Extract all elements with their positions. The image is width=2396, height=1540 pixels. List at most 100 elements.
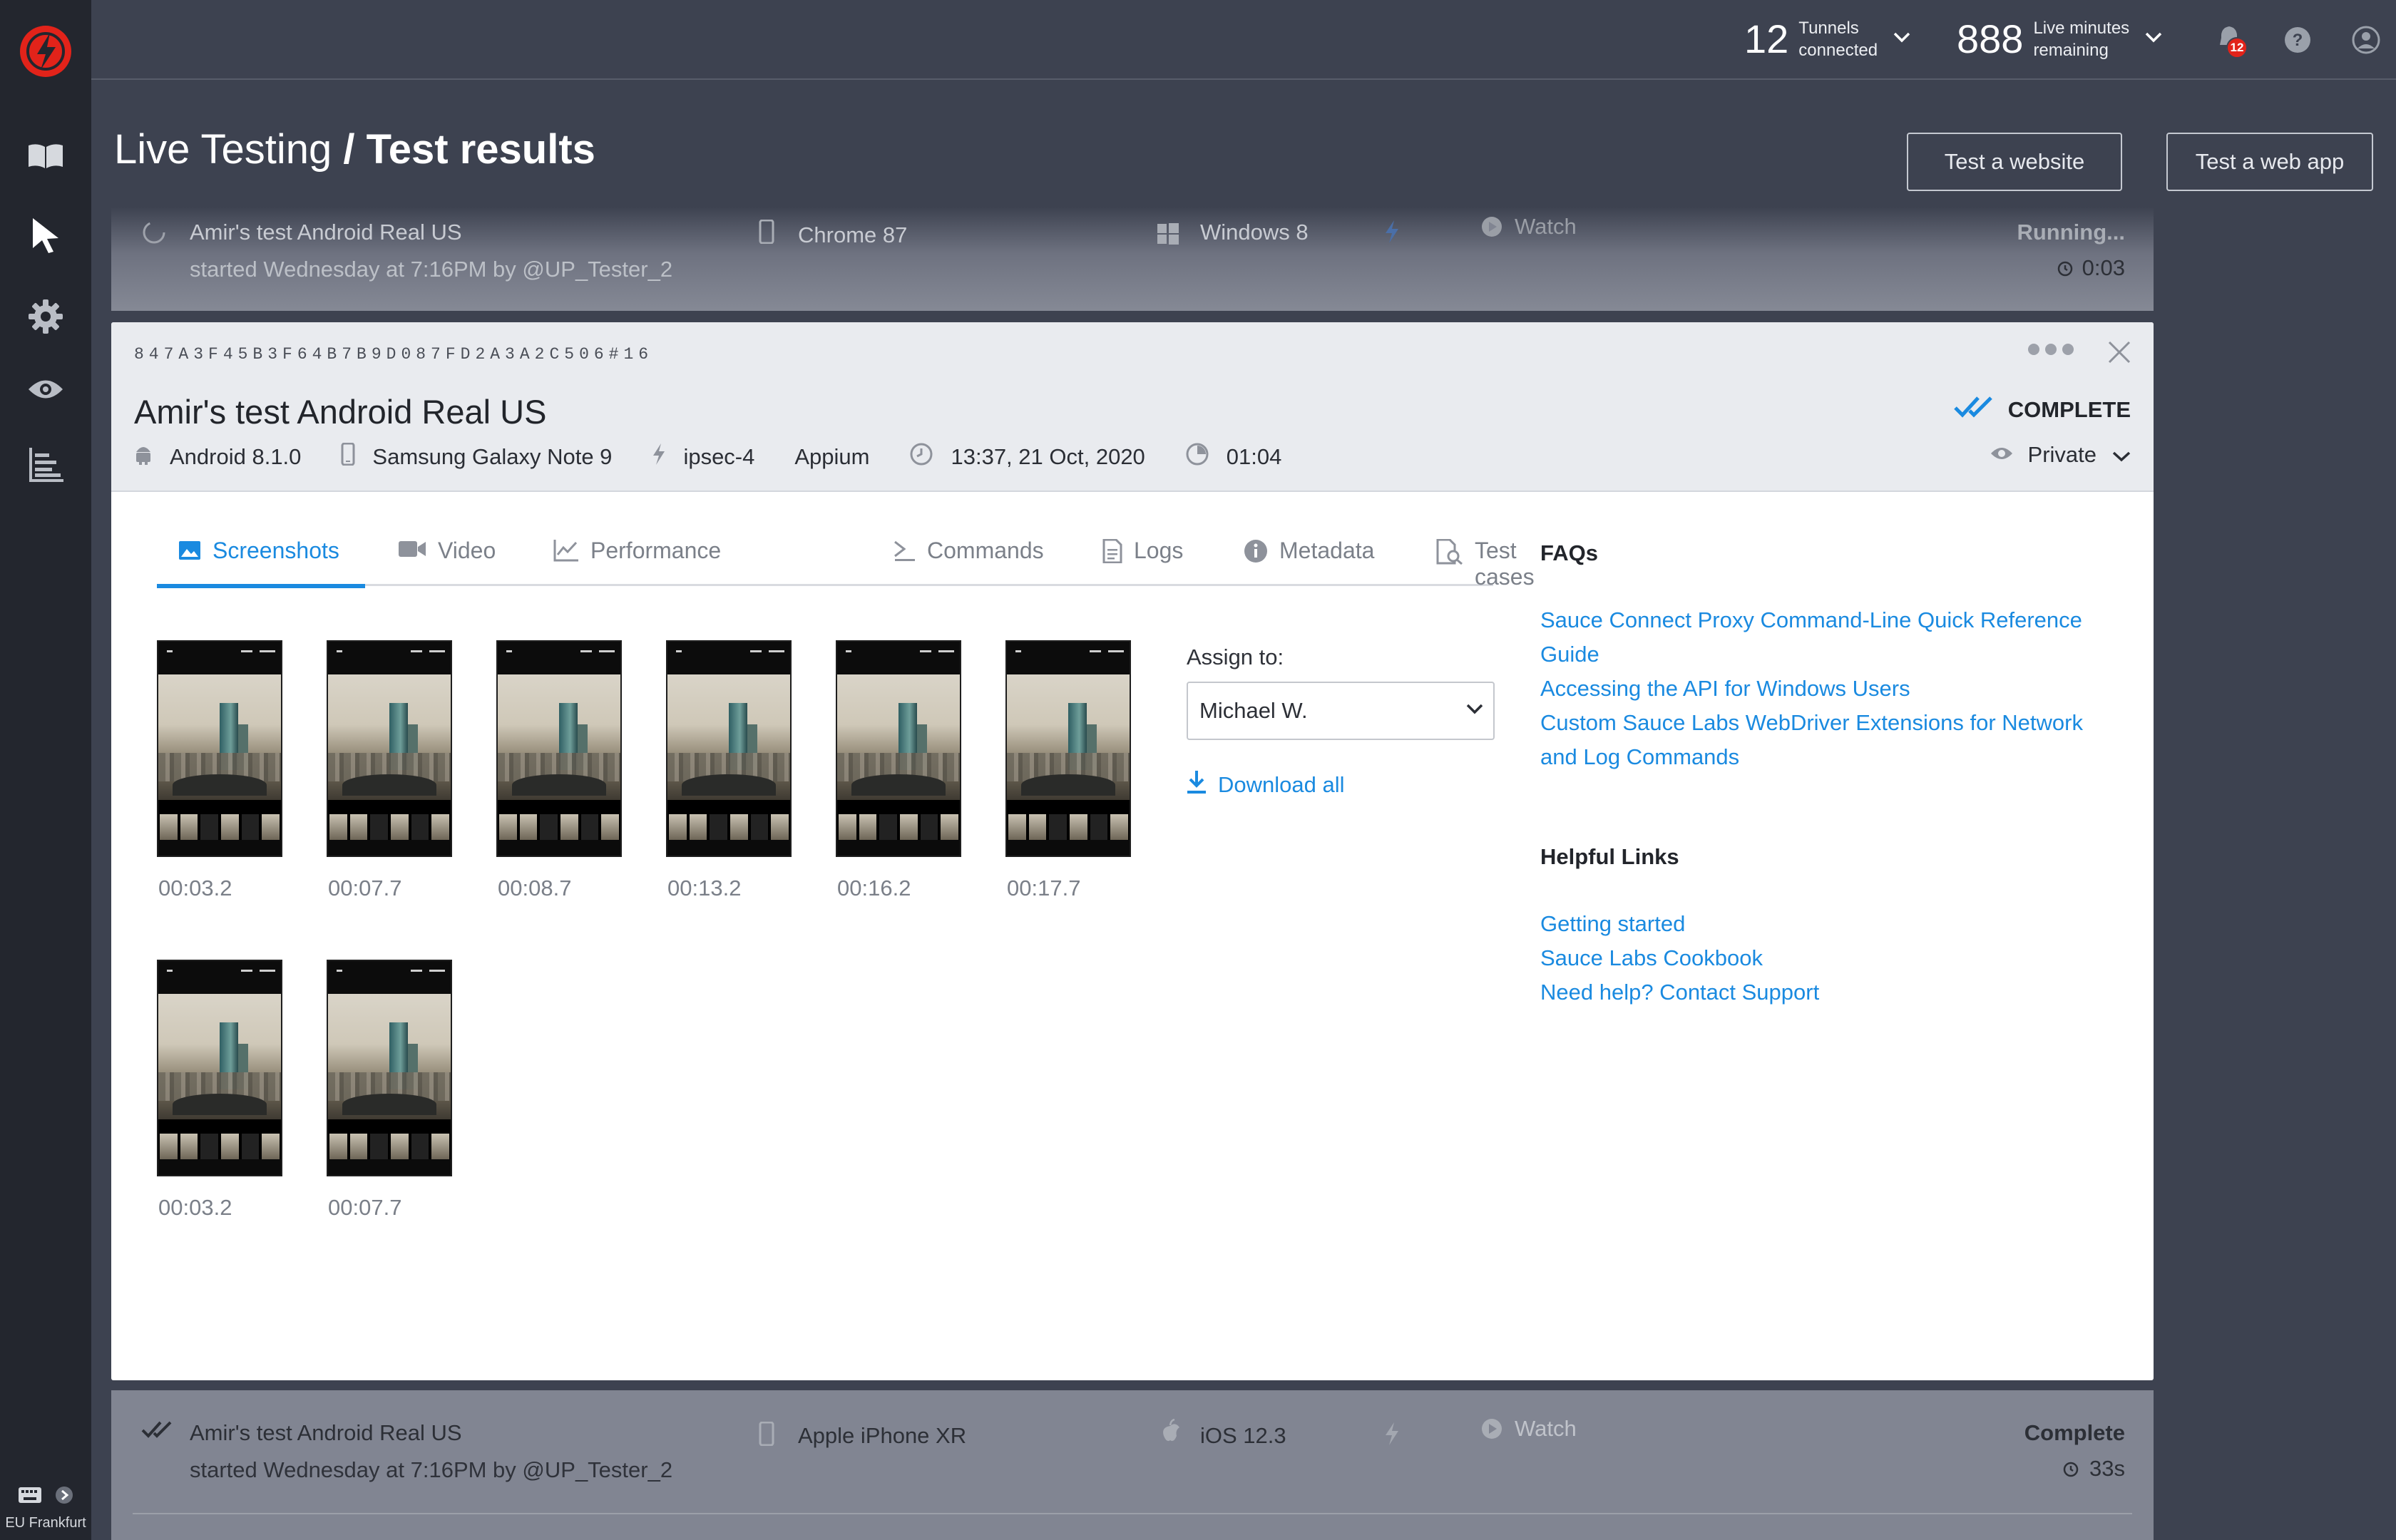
screenshot-thumbnail[interactable] — [327, 960, 452, 1176]
line-chart-icon — [553, 538, 590, 568]
screenshot-thumbnail[interactable] — [836, 640, 961, 857]
tunnels-stat[interactable]: 12 Tunnels connected — [1744, 16, 1910, 62]
chevron-down-icon — [1893, 31, 1910, 46]
screenshot-thumbnail[interactable] — [666, 640, 792, 857]
clock-icon — [909, 442, 951, 472]
screenshot-timestamp: 00:17.7 — [1007, 876, 1081, 900]
screenshot-thumbnail[interactable] — [1005, 640, 1131, 857]
tab-commands[interactable]: Commands — [893, 529, 1044, 586]
chevron-down-icon — [1466, 704, 1483, 714]
watch-button[interactable]: Watch — [1480, 1416, 1577, 1442]
double-check-icon — [1953, 395, 2008, 425]
screenshot-item[interactable]: 00:03.2 — [157, 960, 282, 1221]
phone-icon — [759, 1422, 774, 1446]
terminal-icon — [893, 538, 927, 568]
expand-chevron-icon[interactable] — [55, 1486, 73, 1508]
helpful-links: Getting started Sauce Labs Cookbook Need… — [1540, 907, 2111, 1010]
screenshot-item[interactable]: 00:07.7 — [327, 640, 452, 901]
test-web-app-button[interactable]: Test a web app — [2166, 133, 2373, 191]
faq-link[interactable]: Sauce Connect Proxy Command-Line Quick R… — [1540, 603, 2111, 672]
image-icon — [178, 538, 213, 568]
sidebar-footer: EU Frankfurt — [0, 1486, 91, 1531]
breadcrumb-current: Test results — [366, 126, 595, 173]
faq-link[interactable]: Custom Sauce Labs WebDriver Extensions f… — [1540, 706, 2111, 774]
test-duration: 0:03 — [2057, 255, 2125, 281]
cursor-icon[interactable] — [24, 214, 67, 257]
meta-framework: Appium — [794, 444, 870, 469]
job-title: Amir's test Android Real US — [134, 393, 547, 431]
analytics-icon[interactable] — [24, 443, 67, 486]
screenshot-thumbnail[interactable] — [496, 640, 622, 857]
document-icon — [1102, 538, 1134, 569]
screenshot-item[interactable]: 00:07.7 — [327, 960, 452, 1221]
spinner-icon — [141, 220, 167, 245]
chevron-down-icon — [2096, 442, 2131, 468]
live-minutes-stat[interactable]: 888 Live minutes remaining — [1957, 16, 2162, 62]
screenshot-item[interactable]: 00:03.2 — [157, 640, 282, 901]
eye-icon — [1990, 442, 2028, 468]
tab-performance[interactable]: Performance — [553, 529, 721, 586]
os-name: iOS 12.3 — [1200, 1423, 1286, 1448]
meta-datetime: 13:37, 21 Oct, 2020 — [909, 442, 1145, 472]
tab-screenshots[interactable]: Screenshots — [157, 529, 365, 588]
sauce-logo-icon[interactable] — [17, 23, 74, 80]
screenshot-timestamp: 00:03.2 — [158, 876, 232, 900]
tab-metadata[interactable]: Metadata — [1244, 529, 1374, 586]
close-icon[interactable] — [2106, 339, 2132, 369]
sidebar: EU Frankfurt — [0, 0, 91, 1540]
notifications-button[interactable]: 12 — [2211, 21, 2248, 58]
tab-video[interactable]: Video — [398, 529, 496, 586]
screenshot-item[interactable]: 00:17.7 — [1005, 640, 1131, 901]
tunnel-bolt-icon — [1383, 1422, 1401, 1446]
screenshot-timestamp: 00:03.2 — [158, 1195, 232, 1220]
download-all-link[interactable]: Download all — [1187, 770, 1345, 800]
test-row-running[interactable]: Amir's test Android Real US started Wedn… — [111, 207, 2154, 311]
tab-logs[interactable]: Logs — [1102, 529, 1183, 586]
tab-test-cases[interactable]: Test cases — [1436, 529, 1535, 590]
more-options-icon[interactable] — [2027, 342, 2075, 360]
screenshot-timestamp: 00:07.7 — [328, 1195, 402, 1220]
job-status: COMPLETE — [1953, 395, 2131, 425]
screenshot-timestamp: 00:13.2 — [667, 876, 742, 900]
phone-icon — [759, 220, 774, 244]
test-name: Amir's test Android Real US — [190, 1420, 462, 1445]
helpful-links-heading: Helpful Links — [1540, 844, 1679, 869]
screenshot-item[interactable]: 00:13.2 — [666, 640, 792, 901]
android-icon — [134, 443, 170, 471]
user-avatar-icon[interactable] — [2348, 21, 2385, 58]
screenshot-timestamp: 00:16.2 — [837, 876, 911, 900]
screenshot-item[interactable]: 00:08.7 — [496, 640, 622, 901]
test-website-button[interactable]: Test a website — [1907, 133, 2122, 191]
screenshot-thumbnail[interactable] — [157, 640, 282, 857]
help-icon[interactable]: ? — [2279, 21, 2316, 58]
gear-icon[interactable] — [24, 295, 67, 338]
job-id: 847A3F45B3F64B7B9D087FD2A3A2C506#16 — [134, 345, 654, 364]
breadcrumb-parent[interactable]: Live Testing — [114, 126, 332, 173]
assign-select[interactable]: Michael W. — [1187, 682, 1495, 740]
test-detail-card: 847A3F45B3F64B7B9D087FD2A3A2C506#16 Amir… — [111, 322, 2154, 1380]
result-tabs: Screenshots Video Performance Commands L… — [157, 529, 1535, 590]
helpful-link[interactable]: Sauce Labs Cookbook — [1540, 941, 2111, 975]
tunnel-bolt-icon — [652, 443, 683, 471]
meta-duration: 01:04 — [1185, 442, 1281, 472]
helpful-link[interactable]: Getting started — [1540, 907, 2111, 941]
data-center-label: EU Frankfurt — [5, 1515, 86, 1531]
visibility-dropdown[interactable]: Private — [1990, 442, 2131, 468]
meta-device: Samsung Galaxy Note 9 — [341, 442, 612, 471]
apple-icon — [1159, 1419, 1181, 1444]
timer-icon — [1185, 442, 1227, 472]
faq-link[interactable]: Accessing the API for Windows Users — [1540, 672, 2111, 706]
screenshot-item[interactable]: 00:16.2 — [836, 640, 961, 901]
keyboard-icon[interactable] — [18, 1487, 42, 1507]
test-status: Complete — [2024, 1420, 2125, 1445]
test-row-complete[interactable]: Amir's test Android Real US started Wedn… — [111, 1390, 2154, 1540]
faqs-heading: FAQs — [1540, 540, 1598, 565]
top-bar: 12 Tunnels connected 888 Live minutes rema… — [91, 0, 2396, 80]
book-icon[interactable] — [24, 134, 67, 177]
screenshot-thumbnail[interactable] — [327, 640, 452, 857]
helpful-link[interactable]: Need help? Contact Support — [1540, 975, 2111, 1010]
eye-icon[interactable] — [24, 368, 67, 411]
watch-button[interactable]: Watch — [1480, 214, 1577, 240]
screenshot-thumbnail[interactable] — [157, 960, 282, 1176]
faq-links: Sauce Connect Proxy Command-Line Quick R… — [1540, 603, 2111, 774]
